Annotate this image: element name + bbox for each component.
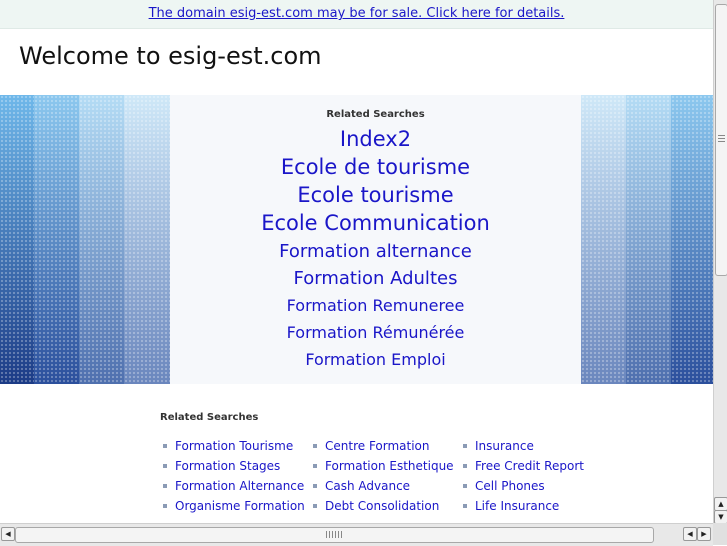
list-item: Formation Alternance bbox=[160, 476, 305, 496]
list-item: Ecole Communication bbox=[170, 210, 581, 238]
vertical-scroll-thumb[interactable] bbox=[715, 4, 727, 276]
bottom-related-searches-title: Related Searches bbox=[160, 412, 259, 423]
bullet-icon bbox=[163, 443, 167, 448]
scroll-up-arrow-icon[interactable]: ▲ bbox=[714, 497, 727, 511]
bullet-icon bbox=[463, 463, 467, 468]
bullet-icon bbox=[463, 483, 467, 488]
bottom-related-searches: Related Searches Formation Tourisme Forma… bbox=[160, 412, 630, 513]
bullet-icon bbox=[313, 443, 317, 448]
page-title: Welcome to esig-est.com bbox=[19, 42, 322, 70]
list-item: Cash Advance bbox=[310, 476, 454, 496]
bottom-related-link[interactable]: Formation Tourisme bbox=[175, 439, 293, 453]
list-item: Ecole de tourisme bbox=[170, 154, 581, 182]
stripe-band bbox=[0, 95, 34, 384]
bullet-icon bbox=[163, 503, 167, 508]
bullet-icon bbox=[463, 443, 467, 448]
stripe-band bbox=[581, 95, 626, 384]
domain-sale-link[interactable]: The domain esig-est.com may be for sale.… bbox=[149, 6, 565, 21]
link-column: Centre Formation Formation Esthetique Cash… bbox=[310, 436, 454, 516]
bottom-related-link[interactable]: Cell Phones bbox=[475, 479, 545, 493]
related-searches-panel: Related Searches Index2 Ecole de tourisme… bbox=[170, 95, 581, 384]
page-viewport: The domain esig-est.com may be for sale.… bbox=[0, 0, 713, 523]
horizontal-scroll-thumb[interactable] bbox=[15, 527, 654, 543]
bottom-related-link[interactable]: Formation Stages bbox=[175, 459, 280, 473]
bottom-related-link[interactable]: Formation Esthetique bbox=[325, 459, 454, 473]
scroll-left-arrow-icon[interactable]: ◀ bbox=[1, 527, 15, 541]
list-item: Formation alternance bbox=[170, 238, 581, 265]
related-search-link[interactable]: Formation Emploi bbox=[305, 350, 445, 369]
related-search-link[interactable]: Formation alternance bbox=[279, 241, 472, 262]
related-search-link[interactable]: Ecole de tourisme bbox=[281, 155, 470, 179]
list-item: Centre Formation bbox=[310, 436, 454, 456]
stripe-band bbox=[79, 95, 124, 384]
related-search-link[interactable]: Ecole tourisme bbox=[297, 183, 453, 207]
bullet-icon bbox=[163, 483, 167, 488]
list-item: Insurance bbox=[460, 436, 584, 456]
grip-icon bbox=[326, 531, 344, 538]
bottom-related-link[interactable]: Centre Formation bbox=[325, 439, 430, 453]
bottom-related-link[interactable]: Formation Alternance bbox=[175, 479, 304, 493]
list-item: Organisme Formation bbox=[160, 496, 305, 516]
bullet-icon bbox=[313, 463, 317, 468]
stripe-band bbox=[124, 95, 170, 384]
related-search-link[interactable]: Formation Remuneree bbox=[287, 296, 465, 315]
list-item: Formation Remuneree bbox=[170, 292, 581, 319]
bottom-related-link[interactable]: Free Credit Report bbox=[475, 459, 584, 473]
scroll-left-arrow-icon[interactable]: ◀ bbox=[683, 527, 697, 541]
bottom-related-link[interactable]: Debt Consolidation bbox=[325, 499, 439, 513]
list-item: Formation Tourisme bbox=[160, 436, 305, 456]
stripe-band bbox=[671, 95, 713, 384]
bottom-related-link[interactable]: Life Insurance bbox=[475, 499, 559, 513]
domain-sale-banner: The domain esig-est.com may be for sale.… bbox=[0, 0, 713, 29]
vertical-scrollbar[interactable]: ▲ ▲ ▼ bbox=[713, 0, 727, 524]
list-item: Formation Esthetique bbox=[310, 456, 454, 476]
stripe-band bbox=[34, 95, 79, 384]
link-column: Formation Tourisme Formation Stages Format… bbox=[160, 436, 305, 516]
bullet-icon bbox=[313, 483, 317, 488]
related-search-link[interactable]: Ecole Communication bbox=[261, 211, 490, 235]
grip-icon bbox=[718, 135, 725, 143]
list-item: Debt Consolidation bbox=[310, 496, 454, 516]
related-searches-list: Index2 Ecole de tourisme Ecole tourisme Eco… bbox=[170, 126, 581, 373]
bullet-icon bbox=[163, 463, 167, 468]
right-stripe-decoration bbox=[581, 95, 713, 384]
list-item: Ecole tourisme bbox=[170, 182, 581, 210]
horizontal-scrollbar[interactable]: ◀ ◀ ▶ bbox=[0, 523, 713, 546]
list-item: Cell Phones bbox=[460, 476, 584, 496]
bullet-icon bbox=[313, 503, 317, 508]
related-searches-title: Related Searches bbox=[326, 109, 425, 120]
list-item: Free Credit Report bbox=[460, 456, 584, 476]
scroll-down-arrow-icon[interactable]: ▼ bbox=[714, 510, 727, 524]
list-item: Index2 bbox=[170, 126, 581, 154]
related-search-link[interactable]: Formation Adultes bbox=[294, 268, 458, 289]
bullet-icon bbox=[463, 503, 467, 508]
bottom-related-link[interactable]: Cash Advance bbox=[325, 479, 410, 493]
link-column: Insurance Free Credit Report Cell Phones Li… bbox=[460, 436, 584, 516]
list-item: Formation Adultes bbox=[170, 265, 581, 292]
stripe-band bbox=[626, 95, 671, 384]
left-stripe-decoration bbox=[0, 95, 170, 384]
bottom-related-link[interactable]: Insurance bbox=[475, 439, 534, 453]
list-item: Formation Emploi bbox=[170, 346, 581, 373]
related-search-link[interactable]: Index2 bbox=[340, 127, 411, 151]
scrollbar-corner bbox=[713, 523, 727, 545]
related-search-link[interactable]: Formation Rémunérée bbox=[287, 323, 465, 342]
list-item: Formation Stages bbox=[160, 456, 305, 476]
scroll-right-arrow-icon[interactable]: ▶ bbox=[697, 527, 711, 541]
list-item: Formation Rémunérée bbox=[170, 319, 581, 346]
bottom-related-link[interactable]: Organisme Formation bbox=[175, 499, 305, 513]
list-item: Life Insurance bbox=[460, 496, 584, 516]
